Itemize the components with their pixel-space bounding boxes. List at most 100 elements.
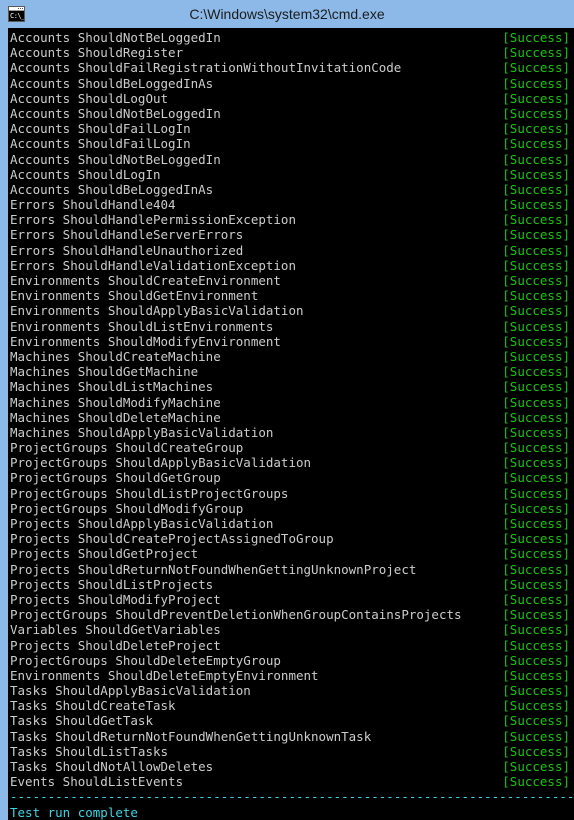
test-status-badge: [Success] [502, 364, 570, 380]
test-result-row: Errors ShouldHandleValidationException [S… [8, 258, 574, 273]
test-result-row: Environments ShouldListEnvironments [Succ… [8, 319, 574, 334]
test-name: Variables ShouldGetVariables [10, 622, 221, 638]
test-name: Machines ShouldDeleteMachine [10, 409, 221, 425]
test-status-badge: [Success] [502, 607, 570, 623]
test-status-badge: [Success] [502, 698, 570, 714]
test-name: Machines ShouldApplyBasicValidation [10, 424, 274, 440]
test-status-badge: [Success] [502, 348, 570, 364]
test-result-row: ProjectGroups ShouldApplyBasicValidation… [8, 455, 574, 470]
test-result-row: Accounts ShouldNotBeLoggedIn [Success] [8, 106, 574, 121]
title-bar[interactable]: C:\_ C:\Windows\system32\cmd.exe [0, 0, 574, 28]
test-status-badge: [Success] [502, 774, 570, 790]
test-result-row: Tasks ShouldReturnNotFoundWhenGettingUnk… [8, 729, 574, 744]
test-result-row: Accounts ShouldRegister [Success] [8, 45, 574, 60]
test-name: Accounts ShouldNotBeLoggedIn [10, 30, 221, 45]
test-name: Accounts ShouldBeLoggedInAs [10, 75, 214, 91]
test-result-row: Machines ShouldModifyMachine [Success] [8, 395, 574, 410]
test-run-complete-label: Test run complete [10, 804, 138, 820]
test-name: Accounts ShouldLogIn [10, 166, 161, 182]
test-result-row: Environments ShouldGetEnvironment [Succes… [8, 288, 574, 303]
cmd-console-icon: C:\_ [8, 6, 25, 22]
test-name: Machines ShouldModifyMachine [10, 394, 221, 410]
test-result-row: Accounts ShouldFailRegistrationWithoutIn… [8, 60, 574, 75]
test-result-row: Projects ShouldGetProject [Success] [8, 546, 574, 561]
test-result-row: Machines ShouldApplyBasicValidation [Succ… [8, 425, 574, 440]
test-result-row: Events ShouldListEvents [Success] [8, 774, 574, 789]
test-status-badge: [Success] [502, 333, 570, 349]
test-name: ProjectGroups ShouldCreateGroup [10, 440, 244, 456]
test-name: Tasks ShouldListTasks [10, 743, 169, 759]
test-status-badge: [Success] [502, 105, 570, 121]
test-status-badge: [Success] [502, 728, 570, 744]
test-result-row: ProjectGroups ShouldModifyGroup [Success] [8, 501, 574, 516]
test-result-row: Errors ShouldHandlePermissionException [S… [8, 212, 574, 227]
test-status-badge: [Success] [502, 561, 570, 577]
test-status-badge: [Success] [502, 181, 570, 197]
test-status-badge: [Success] [502, 151, 570, 167]
test-status-badge: [Success] [502, 531, 570, 547]
test-result-row: Machines ShouldDeleteMachine [Success] [8, 410, 574, 425]
test-result-row: Projects ShouldModifyProject [Success] [8, 592, 574, 607]
test-name: ProjectGroups ShouldGetGroup [10, 470, 221, 486]
test-status-badge: [Success] [502, 273, 570, 288]
test-name: Environments ShouldApplyBasicValidation [10, 303, 304, 319]
icon-prompt-text: C:\_ [9, 11, 25, 21]
test-name: Accounts ShouldFailLogIn [10, 136, 191, 152]
test-status-badge: [Success] [502, 516, 570, 531]
test-name: Events ShouldListEvents [10, 774, 184, 790]
test-results-list: Accounts ShouldNotBeLoggedIn [Success] Acc… [8, 30, 574, 789]
test-result-row: Accounts ShouldBeLoggedInAs [Success] [8, 76, 574, 91]
test-result-row: Projects ShouldCreateProjectAssignedToGr… [8, 531, 574, 546]
test-name: Projects ShouldReturnNotFoundWhenGetting… [10, 561, 417, 577]
test-name: ProjectGroups ShouldApplyBasicValidation [10, 455, 312, 471]
console-output[interactable]: Accounts ShouldNotBeLoggedIn [Success] Acc… [8, 28, 574, 820]
test-result-row: Accounts ShouldNotBeLoggedIn [Success] [8, 30, 574, 45]
test-name: Accounts ShouldLogOut [10, 90, 169, 106]
test-result-row: ProjectGroups ShouldListProjectGroups [Su… [8, 486, 574, 501]
test-status-badge: [Success] [502, 743, 570, 759]
test-result-row: Projects ShouldListProjects [Success] [8, 577, 574, 592]
test-status-badge: [Success] [502, 546, 570, 562]
test-status-badge: [Success] [502, 318, 570, 334]
test-name: ProjectGroups ShouldPreventDeletionWhenG… [10, 607, 462, 623]
test-result-row: Tasks ShouldCreateTask [Success] [8, 698, 574, 713]
test-result-row: Accounts ShouldFailLogIn [Success] [8, 121, 574, 136]
test-result-row: ProjectGroups ShouldPreventDeletionWhenG… [8, 607, 574, 622]
test-run-summary: ----------------------------------------… [8, 789, 574, 820]
console-frame: Accounts ShouldNotBeLoggedIn [Success] Acc… [0, 28, 574, 820]
test-name: Errors ShouldHandleUnauthorized [10, 242, 244, 258]
test-result-row: Environments ShouldDeleteEmptyEnvironmen… [8, 668, 574, 683]
test-status-badge: [Success] [502, 652, 570, 668]
test-result-row: Environments ShouldApplyBasicValidation [… [8, 303, 574, 318]
test-status-badge: [Success] [502, 121, 570, 137]
test-result-row: Projects ShouldReturnNotFoundWhenGetting… [8, 562, 574, 577]
test-status-badge: [Success] [502, 242, 570, 258]
test-name: Accounts ShouldNotBeLoggedIn [10, 151, 221, 167]
test-result-row: Accounts ShouldLogOut [Success] [8, 91, 574, 106]
test-name: Accounts ShouldRegister [10, 45, 184, 61]
test-status-badge: [Success] [502, 197, 570, 213]
test-status-badge: [Success] [502, 713, 570, 729]
test-status-badge: [Success] [502, 136, 570, 152]
test-result-row: Tasks ShouldGetTask [Success] [8, 713, 574, 728]
test-name: Errors ShouldHandleValidationException [10, 257, 296, 273]
test-status-badge: [Success] [502, 166, 570, 182]
test-result-row: Variables ShouldGetVariables [Success] [8, 622, 574, 637]
test-name: Environments ShouldCreateEnvironment [10, 273, 281, 288]
test-name: Accounts ShouldNotBeLoggedIn [10, 105, 221, 121]
test-result-row: Accounts ShouldLogIn [Success] [8, 167, 574, 182]
test-result-row: Errors ShouldHandleServerErrors [Success] [8, 227, 574, 242]
test-name: Tasks ShouldNotAllowDeletes [10, 759, 214, 774]
test-result-row: ProjectGroups ShouldDeleteEmptyGroup [Suc… [8, 653, 574, 668]
test-name: Tasks ShouldReturnNotFoundWhenGettingUnk… [10, 728, 372, 744]
test-status-badge: [Success] [502, 379, 570, 395]
test-status-badge: [Success] [502, 30, 570, 45]
test-status-badge: [Success] [502, 424, 570, 440]
test-result-row: Projects ShouldApplyBasicValidation [Succ… [8, 516, 574, 531]
test-result-row: Errors ShouldHandle404 [Success] [8, 197, 574, 212]
test-status-badge: [Success] [502, 60, 570, 76]
test-result-row: Machines ShouldListMachines [Success] [8, 379, 574, 394]
test-status-badge: [Success] [502, 759, 570, 774]
test-status-badge: [Success] [502, 683, 570, 699]
test-status-badge: [Success] [502, 622, 570, 638]
